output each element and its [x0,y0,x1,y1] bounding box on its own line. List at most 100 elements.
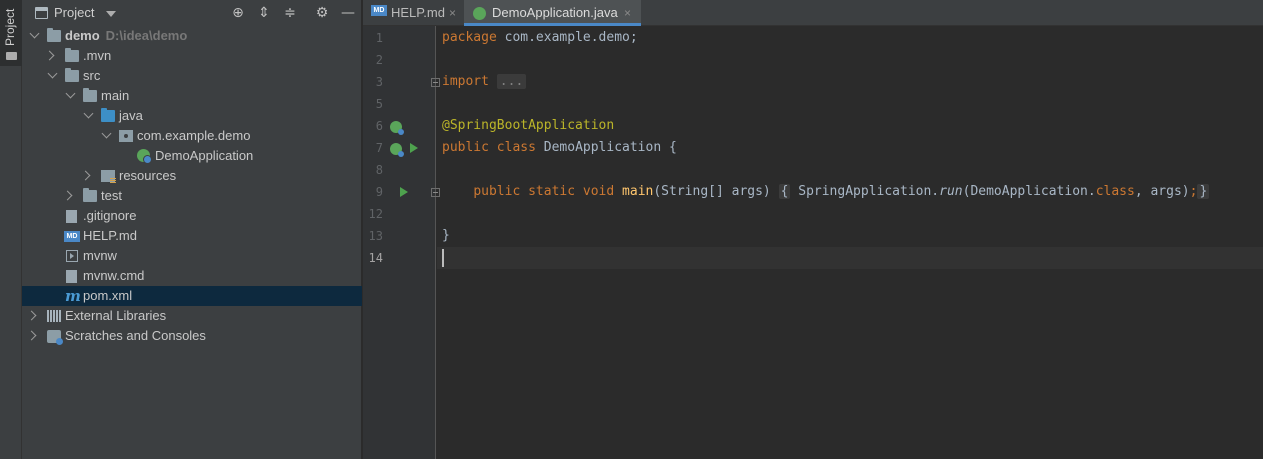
chevron-down-icon[interactable] [29,28,40,39]
line-number: 5 [375,97,383,111]
tree-item-pom-xml[interactable]: m pom.xml [22,286,362,306]
chevron-down-icon[interactable] [106,11,116,17]
line-number: 3 [375,75,383,89]
markdown-file-icon: MD [371,5,387,16]
hide-icon[interactable]: — [340,5,356,21]
folder-icon [83,188,97,202]
project-panel: Project ⊕ ⇕ ≑ ⚙ — demo D:\idea\demo .mvn … [22,0,362,459]
tree-item-mvnw[interactable]: mvnw [22,246,362,266]
tree-item-label: pom.xml [83,288,133,303]
tree-item-label: test [101,188,122,203]
project-tool-tab[interactable]: Project [0,0,22,66]
spring-boot-class-icon [473,7,486,20]
line-number: 1 [375,31,383,45]
spring-bean-icon[interactable] [390,143,404,157]
tree-item-demo[interactable]: demo D:\idea\demo [22,26,362,46]
code-line-7: public class DemoApplication { [442,140,677,155]
tree-item-label: resources [119,168,177,183]
code-area[interactable]: package com.example.demo; import ... @Sp… [437,26,1263,459]
project-path: D:\idea\demo [105,28,188,43]
tree-item-help-md[interactable]: MD HELP.md [22,226,362,246]
tree-item-main[interactable]: main [22,86,362,106]
chevron-down-icon[interactable] [65,88,76,99]
code-line-6: @SpringBootApplication [442,118,615,133]
line-number: 9 [375,185,383,199]
folded-imports[interactable]: ... [496,74,527,89]
chevron-right-icon[interactable] [44,50,55,61]
tab-label: HELP.md [391,5,445,20]
code-line-14 [437,247,1263,269]
chevron-down-icon[interactable] [83,108,94,119]
package-icon [119,130,133,142]
text-file-icon [66,270,77,283]
folder-icon [83,88,97,102]
tree-item-label: .mvn [83,48,112,63]
line-number: 13 [368,229,383,243]
gear-icon[interactable]: ⚙ [314,5,330,21]
tree-item-label: HELP.md [83,228,137,243]
chevron-right-icon[interactable] [80,170,91,181]
tab-demoapplication[interactable]: DemoApplication.java × [464,0,641,26]
tree-item-scratches[interactable]: Scratches and Consoles [22,326,362,346]
tree-item-label: .gitignore [83,208,137,223]
locate-icon[interactable]: ⊕ [230,5,246,21]
chevron-right-icon[interactable] [26,310,37,321]
tree-item-label: mvnw [83,248,117,263]
tree-item-mvnw-cmd[interactable]: mvnw.cmd [22,266,362,286]
tree-item-label: DemoApplication [155,148,254,163]
line-number: 7 [375,141,383,155]
tree-item-mvn[interactable]: .mvn [22,46,362,66]
tree-item-src[interactable]: src [22,66,362,86]
tree-item-java[interactable]: java [22,106,362,126]
line-number: 8 [375,163,383,177]
folder-icon [65,68,79,82]
chevron-right-icon[interactable] [62,190,73,201]
line-number: 6 [375,119,383,133]
folded-brace[interactable]: } [1197,184,1210,199]
tree-item-resources[interactable]: resources [22,166,362,186]
tree-item-label: com.example.demo [137,128,251,143]
expand-all-icon[interactable]: ⇕ [256,5,272,21]
close-icon[interactable]: × [449,0,456,26]
tree-item-label: src [83,68,101,83]
project-panel-header: Project ⊕ ⇕ ≑ ⚙ — [22,0,362,26]
close-icon[interactable]: × [624,0,631,26]
tool-window-strip: Project [0,0,22,459]
tab-label: DemoApplication.java [492,5,618,20]
spring-bean-icon[interactable] [390,121,404,135]
tree-item-label: java [119,108,143,123]
editor-gutter: 1 2 3 5 6 7 8 9 12 13 14 [363,26,440,459]
tree-item-test[interactable]: test [22,186,362,206]
folder-icon [6,52,17,60]
resources-folder-icon [101,170,116,183]
run-icon[interactable] [400,187,408,197]
tree-item-label: main [101,88,130,103]
code-line-1: package com.example.demo; [442,30,638,45]
text-caret [442,249,444,267]
tab-help-md[interactable]: MD HELP.md × [363,0,464,26]
markdown-file-icon: MD [64,231,80,242]
tree-item-external-libraries[interactable]: External Libraries [22,306,362,326]
tree-item-label: demo D:\idea\demo [65,28,188,43]
tree-item-gitignore[interactable]: .gitignore [22,206,362,226]
line-number: 2 [375,53,383,67]
project-panel-title[interactable]: Project [54,5,94,20]
chevron-down-icon[interactable] [47,68,58,79]
line-number: 12 [368,207,383,221]
tree-item-label: Scratches and Consoles [65,328,206,343]
gitignore-file-icon [66,210,77,223]
scratches-icon [47,330,63,345]
chevron-right-icon[interactable] [26,330,37,341]
chevron-down-icon[interactable] [101,128,112,139]
editor: MD HELP.md × DemoApplication.java × 1 2 … [363,0,1263,459]
tree-item-package[interactable]: com.example.demo [22,126,362,146]
folder-icon [47,28,61,42]
maven-file-icon: m [65,287,81,305]
line-number: 14 [368,251,383,265]
tree-item-label: mvnw.cmd [83,268,145,283]
folded-brace[interactable]: { [778,184,791,199]
collapse-all-icon[interactable]: ≑ [282,5,298,21]
tree-item-demoapplication[interactable]: DemoApplication [22,146,362,166]
run-icon[interactable] [410,143,418,153]
libraries-icon [47,310,61,322]
